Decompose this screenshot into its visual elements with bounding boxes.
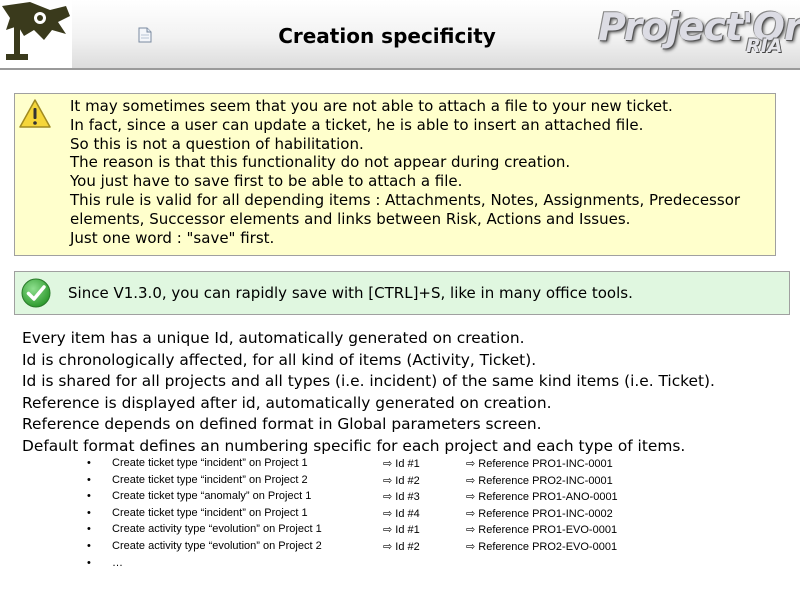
arrow-right-icon: ⇨ bbox=[466, 458, 476, 470]
list-item: • Create ticket type “incident” on Proje… bbox=[0, 457, 800, 474]
document-icon bbox=[138, 27, 152, 43]
page-title: Creation specificity bbox=[278, 24, 496, 48]
warning-line: This rule is valid for all depending ite… bbox=[70, 190, 741, 228]
body-line: Id is shared for all projects and all ty… bbox=[22, 372, 715, 391]
body-line: Id is chronologically affected, for all … bbox=[22, 350, 537, 369]
arrow-right-icon: ⇨ bbox=[466, 540, 476, 553]
list-item: • Create activity type “evolution” on Pr… bbox=[0, 523, 800, 540]
arrow-right-icon: ⇨ bbox=[466, 474, 476, 487]
body-line: Every item has a unique Id, automaticall… bbox=[22, 329, 525, 347]
example-action: Create ticket type “incident” on Project… bbox=[112, 506, 308, 519]
example-reference: ⇨ Reference PRO1-INC-0001 bbox=[466, 458, 613, 470]
bullet: • bbox=[87, 473, 91, 486]
bullet: • bbox=[87, 506, 91, 519]
arrow-right-icon: ⇨ bbox=[466, 524, 476, 537]
list-item: • … bbox=[0, 557, 800, 574]
body-line: Default format defines an numbering spec… bbox=[22, 436, 686, 455]
example-reference: ⇨ Reference PRO2-INC-0001 bbox=[466, 474, 613, 487]
arrow-right-icon: ⇨ bbox=[383, 524, 393, 537]
arrow-right-icon: ⇨ bbox=[383, 507, 393, 520]
warning-line: So this is not a question of habilitatio… bbox=[70, 134, 364, 153]
body-line: Reference is displayed after id, automat… bbox=[22, 393, 552, 412]
example-id: ⇨ Id #4 bbox=[383, 507, 420, 520]
page-header: Creation specificity Project'Or RIA bbox=[0, 0, 800, 70]
bullet: • bbox=[87, 457, 91, 469]
list-item: • Create ticket type “incident” on Proje… bbox=[0, 507, 800, 524]
bullet: • bbox=[87, 523, 91, 536]
list-item: • Create ticket type “anomaly” on Projec… bbox=[0, 490, 800, 507]
arrow-right-icon: ⇨ bbox=[383, 491, 393, 504]
list-item: • Create ticket type “incident” on Proje… bbox=[0, 474, 800, 491]
project-logo-icon bbox=[0, 0, 72, 68]
warning-line: The reason is that this functionality do… bbox=[70, 153, 571, 172]
arrow-right-icon: ⇨ bbox=[466, 491, 476, 504]
example-id: ⇨ Id #3 bbox=[383, 491, 420, 504]
example-reference: ⇨ Reference PRO1-ANO-0001 bbox=[466, 491, 618, 504]
warning-line: It may sometimes seem that you are not a… bbox=[70, 97, 673, 115]
example-reference: ⇨ Reference PRO1-EVO-0001 bbox=[466, 524, 618, 537]
examples-list: • Create ticket type “incident” on Proje… bbox=[0, 457, 800, 573]
example-reference: ⇨ Reference PRO1-INC-0002 bbox=[466, 507, 613, 520]
bullet: • bbox=[87, 490, 91, 503]
warning-line: In fact, since a user can update a ticke… bbox=[70, 115, 644, 134]
example-action: Create activity type “evolution” on Proj… bbox=[112, 539, 322, 552]
arrow-right-icon: ⇨ bbox=[466, 507, 476, 520]
example-id: ⇨ Id #2 bbox=[383, 540, 420, 553]
warning-text: It may sometimes seem that you are not a… bbox=[70, 97, 780, 247]
tip-text: Since V1.3.0, you can rapidly save with … bbox=[68, 284, 633, 302]
warning-line: Just one word : "save" first. bbox=[70, 228, 275, 247]
example-id: ⇨ Id #1 bbox=[383, 524, 420, 537]
warning-line: You just have to save first to be able t… bbox=[70, 172, 463, 191]
bullet: • bbox=[87, 556, 91, 569]
brand-logo: Project'Or RIA bbox=[598, 5, 800, 63]
check-circle-icon bbox=[21, 278, 51, 308]
example-action: Create ticket type “incident” on Project… bbox=[112, 457, 308, 469]
arrow-right-icon: ⇨ bbox=[383, 458, 393, 470]
example-id: ⇨ Id #1 bbox=[383, 458, 420, 470]
arrow-right-icon: ⇨ bbox=[383, 474, 393, 487]
example-action: Create ticket type “incident” on Project… bbox=[112, 473, 308, 486]
body-text: Every item has a unique Id, automaticall… bbox=[22, 328, 792, 458]
example-id: ⇨ Id #2 bbox=[383, 474, 420, 487]
bullet: • bbox=[87, 539, 91, 552]
list-item: • Create activity type “evolution” on Pr… bbox=[0, 540, 800, 557]
example-ellipsis: … bbox=[112, 556, 123, 569]
brand-suffix: RIA bbox=[746, 35, 783, 57]
arrow-right-icon: ⇨ bbox=[383, 540, 393, 553]
warning-triangle-icon bbox=[19, 99, 51, 128]
body-line: Reference depends on defined format in G… bbox=[22, 415, 542, 434]
example-action: Create ticket type “anomaly” on Project … bbox=[112, 490, 312, 503]
example-action: Create activity type “evolution” on Proj… bbox=[112, 523, 322, 536]
example-reference: ⇨ Reference PRO2-EVO-0001 bbox=[466, 540, 618, 553]
